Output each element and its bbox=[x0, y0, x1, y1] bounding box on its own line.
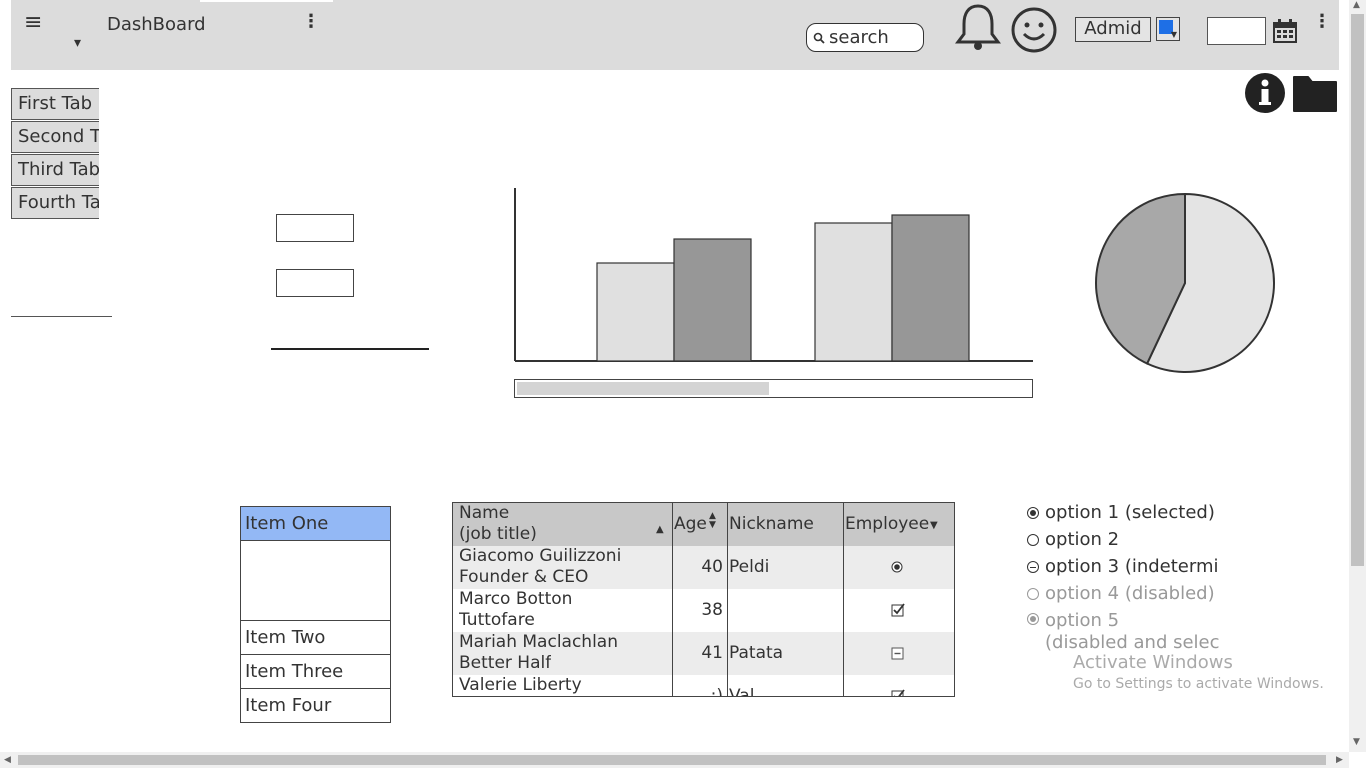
list-item-selected[interactable]: Item One bbox=[241, 507, 390, 541]
col-header-nickname[interactable]: Nickname bbox=[729, 514, 814, 535]
table-cell-name: Marco Botton bbox=[459, 589, 573, 609]
activate-windows-subtitle: Go to Settings to activate Windows. bbox=[1073, 676, 1324, 692]
sort-asc-icon[interactable]: ▲ bbox=[656, 519, 664, 540]
date-input[interactable] bbox=[1207, 17, 1266, 45]
table-cell-title: Better Half bbox=[459, 653, 552, 673]
activate-windows-title: Activate Windows bbox=[1073, 652, 1233, 673]
info-icon[interactable] bbox=[1244, 72, 1286, 114]
radio-option-5-line2: (disabled and selec bbox=[1045, 632, 1220, 653]
text-input-1[interactable] bbox=[276, 214, 354, 242]
table-cell-name: Valerie Liberty bbox=[459, 675, 582, 695]
smiley-icon[interactable] bbox=[1010, 6, 1058, 54]
progress-fill bbox=[517, 382, 769, 395]
list-item[interactable]: Item Two bbox=[241, 620, 390, 654]
sort-both-icon[interactable]: ▲ ▼ bbox=[709, 512, 716, 530]
table-cell-title: Tuttofare bbox=[459, 610, 535, 630]
bar-chart bbox=[514, 188, 1033, 362]
bell-icon[interactable] bbox=[954, 2, 1002, 52]
chevron-down-icon[interactable]: ▾ bbox=[74, 35, 81, 51]
folder-icon[interactable] bbox=[1292, 73, 1338, 113]
radio-option-4: option 4 (disabled) bbox=[1027, 583, 1215, 604]
list-item[interactable]: Item Four bbox=[241, 688, 390, 722]
table-cell-name: Giacomo Guilizzoni bbox=[459, 546, 622, 566]
bar bbox=[673, 238, 752, 362]
data-table: Name (job title) ▲ Age ▲ ▼ Nickname Emplo… bbox=[452, 502, 955, 697]
search-placeholder: search bbox=[829, 27, 889, 48]
table-cell-nickname: Peldi bbox=[729, 557, 770, 577]
tab-third[interactable]: Third Tab bbox=[11, 154, 99, 186]
color-picker[interactable]: ▼ bbox=[1156, 17, 1180, 41]
vertical-scrollbar[interactable]: ▲ ▼ bbox=[1349, 0, 1366, 752]
list-item[interactable]: Item Three bbox=[241, 654, 390, 688]
radio-selected-icon bbox=[1027, 613, 1039, 625]
tab-first[interactable]: First Tab bbox=[11, 88, 99, 120]
radio-selected-icon bbox=[1027, 507, 1039, 519]
scroll-left-icon[interactable]: ◀ bbox=[4, 755, 11, 765]
table-cell-name: Mariah Maclachlan bbox=[459, 632, 619, 652]
horizontal-rule bbox=[271, 348, 429, 350]
search-input[interactable]: search bbox=[806, 23, 924, 52]
col-header-age[interactable]: Age bbox=[674, 514, 707, 535]
table-cell-nickname: Patata bbox=[729, 643, 784, 663]
vertical-scroll-thumb[interactable] bbox=[1351, 14, 1364, 566]
employee-indeterminate-checkbox[interactable] bbox=[891, 647, 904, 660]
text-input-2[interactable] bbox=[276, 269, 354, 297]
bar bbox=[891, 214, 970, 362]
top-bar-gap bbox=[200, 0, 333, 2]
radio-option-1[interactable]: option 1 (selected) bbox=[1027, 502, 1215, 523]
color-picker-chevron-icon: ▼ bbox=[1170, 30, 1177, 39]
scroll-up-icon[interactable]: ▲ bbox=[1353, 0, 1360, 10]
pie-chart bbox=[1095, 192, 1275, 373]
table-cell-age: :) bbox=[710, 686, 723, 697]
radio-option-5: option 5 bbox=[1027, 610, 1119, 631]
page-title: DashBoard bbox=[107, 14, 206, 35]
bar bbox=[596, 262, 675, 362]
scroll-right-icon[interactable]: ▶ bbox=[1336, 755, 1343, 765]
radio-label: option 3 (indetermi bbox=[1045, 556, 1219, 577]
radio-label: option 5 bbox=[1045, 610, 1120, 631]
employee-checkbox[interactable] bbox=[891, 603, 905, 617]
radio-indeterminate-icon bbox=[1027, 561, 1039, 573]
search-icon bbox=[813, 32, 825, 44]
divider bbox=[11, 316, 112, 317]
sort-desc-icon[interactable]: ▼ bbox=[930, 515, 938, 536]
list-box: Item One Item Two Item Three Item Four bbox=[240, 506, 391, 723]
tab-second[interactable]: Second Tab bbox=[11, 121, 99, 153]
table-cell-nickname: Val bbox=[729, 686, 755, 697]
table-cell-title: Founder & CEO bbox=[459, 567, 589, 587]
radio-label: option 2 bbox=[1045, 529, 1120, 550]
horizontal-scroll-thumb[interactable] bbox=[18, 755, 1326, 765]
employee-radio[interactable] bbox=[891, 561, 903, 573]
radio-label: option 1 (selected) bbox=[1045, 502, 1215, 523]
header-kebab-icon[interactable]: ⋮ bbox=[302, 13, 320, 31]
progress-bar bbox=[514, 379, 1033, 398]
scroll-down-icon[interactable]: ▼ bbox=[1353, 737, 1360, 747]
table-cell-age: 40 bbox=[701, 557, 723, 577]
table-cell-age: 41 bbox=[701, 643, 723, 663]
horizontal-scrollbar[interactable]: ◀ ▶ bbox=[0, 752, 1349, 768]
radio-option-3[interactable]: option 3 (indetermi bbox=[1027, 556, 1219, 577]
bar bbox=[814, 222, 893, 362]
table-cell-age: 38 bbox=[701, 600, 723, 620]
radio-empty-icon bbox=[1027, 534, 1039, 546]
menu-icon[interactable]: ≡ bbox=[24, 12, 42, 34]
calendar-icon[interactable] bbox=[1273, 19, 1297, 43]
employee-checkbox[interactable] bbox=[891, 689, 905, 697]
radio-option-2[interactable]: option 2 bbox=[1027, 529, 1119, 550]
admin-button[interactable]: Admid bbox=[1075, 17, 1151, 42]
col-header-name[interactable]: Name bbox=[459, 503, 509, 524]
radio-label: option 4 (disabled) bbox=[1045, 583, 1215, 604]
radio-empty-icon bbox=[1027, 588, 1039, 600]
kebab-icon[interactable]: ⋮ bbox=[1313, 13, 1331, 31]
col-header-name-sub: (job title) bbox=[459, 524, 537, 544]
tab-fourth[interactable]: Fourth Tab bbox=[11, 187, 99, 219]
col-header-employee[interactable]: Employee bbox=[845, 514, 929, 535]
